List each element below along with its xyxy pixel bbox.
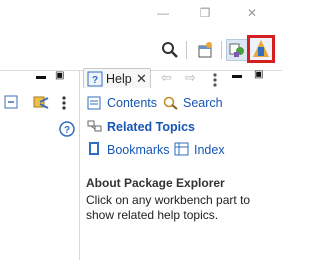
index-icon [174, 142, 190, 159]
help-description: Click on any workbench part to show rela… [86, 193, 251, 222]
contents-icon [87, 96, 101, 113]
related-topics-icon [87, 119, 103, 136]
collapse-all-icon[interactable] [4, 95, 18, 109]
toolbar-separator [186, 41, 187, 59]
close-window-icon: ✕ [246, 6, 258, 20]
tab-help[interactable]: ? Help ✕ [83, 68, 151, 88]
back-icon[interactable]: ⇦ [161, 70, 172, 86]
maximize-view-icon[interactable]: ▣ [55, 70, 64, 81]
help-tab-icon: ? [87, 71, 103, 90]
help-icon[interactable]: ? [59, 121, 75, 140]
minimize-window-button[interactable]: — [146, 0, 180, 26]
minimize-view-icon[interactable]: ▬ [36, 71, 46, 82]
related-topics-link[interactable]: Related Topics [107, 120, 195, 134]
maximize-view-icon[interactable]: ▣ [254, 69, 263, 80]
bookmarks-link[interactable]: Bookmarks [107, 143, 170, 157]
restore-window-button[interactable]: ❐ [188, 0, 222, 26]
minimize-view-icon[interactable]: ▬ [232, 70, 242, 81]
restore-window-icon: ❐ [199, 6, 211, 20]
java-perspective-icon[interactable] [226, 39, 248, 61]
minimize-window-icon: — [157, 6, 169, 20]
close-icon[interactable]: ✕ [136, 71, 147, 87]
toolbar-separator [221, 41, 222, 59]
close-window-button[interactable]: ✕ [235, 0, 269, 26]
main-toolbar [0, 30, 282, 71]
open-perspective-icon[interactable] [195, 40, 215, 60]
svg-text:?: ? [64, 125, 70, 136]
contents-link[interactable]: Contents [107, 96, 157, 110]
bookmarks-icon [87, 141, 103, 160]
debug-perspective-icon [253, 40, 269, 57]
search-icon[interactable] [160, 40, 180, 60]
index-link[interactable]: Index [194, 143, 225, 157]
forward-icon[interactable]: ⇨ [185, 70, 196, 86]
view-menu-icon[interactable] [61, 95, 67, 114]
title-bar: — ❐ ✕ [0, 0, 282, 30]
view-menu-icon[interactable] [212, 72, 218, 91]
section-title: About Package Explorer [86, 176, 225, 190]
highlighted-perspective-button[interactable] [247, 35, 275, 63]
package-explorer-view: ▬ ▣ ? [0, 70, 80, 260]
help-tab-label: Help [106, 72, 132, 86]
svg-text:?: ? [92, 75, 98, 86]
link-editor-icon[interactable] [32, 94, 50, 110]
search-link[interactable]: Search [183, 96, 223, 110]
search-help-icon [162, 95, 180, 114]
